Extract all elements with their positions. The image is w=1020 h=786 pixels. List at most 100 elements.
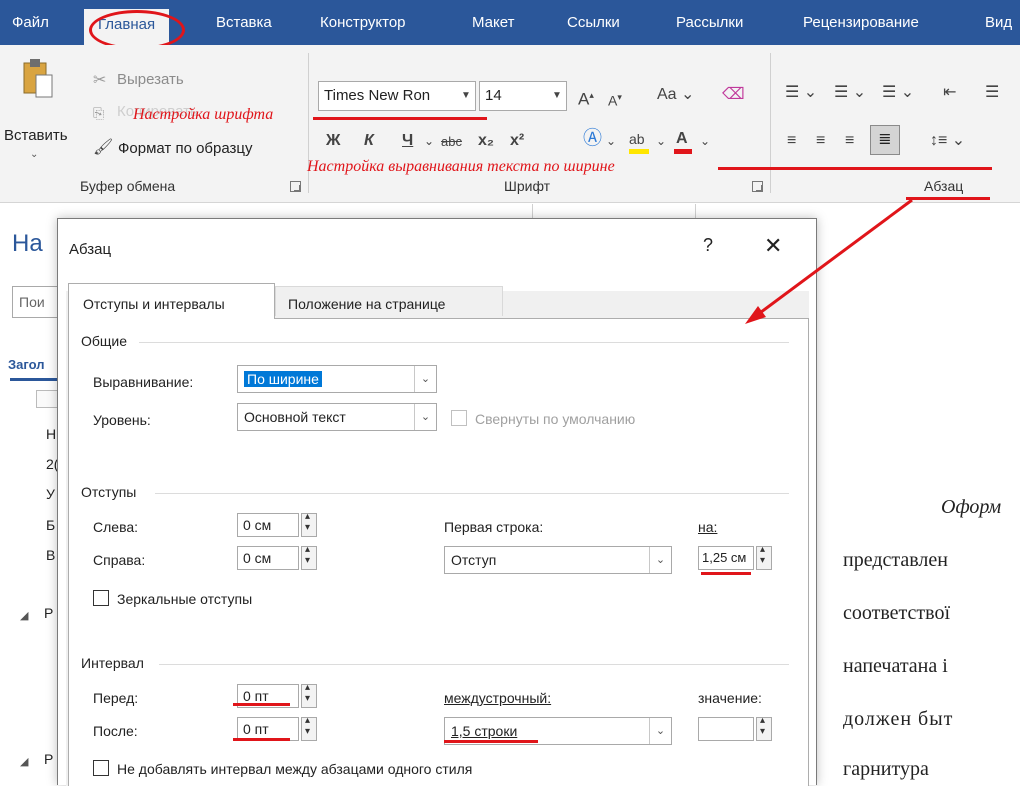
tab-design[interactable]: Конструктор: [320, 0, 406, 45]
strikethrough-button[interactable]: abc: [441, 132, 462, 152]
superscript-button[interactable]: x²: [510, 131, 524, 151]
numbering-icon[interactable]: ☰ ⌄: [834, 83, 866, 103]
highlight-color-icon[interactable]: ab: [629, 129, 649, 154]
paste-dropdown-icon[interactable]: ⌄: [30, 149, 38, 160]
clear-formatting-icon[interactable]: ⌫: [722, 85, 745, 105]
justify-icon[interactable]: ≣: [870, 125, 900, 155]
chevron-down-icon[interactable]: ⌄: [414, 366, 436, 392]
change-case-button[interactable]: Aa ⌄: [657, 85, 694, 105]
chevron-down-icon[interactable]: ⌄: [424, 131, 434, 151]
chevron-down-icon[interactable]: ⌄: [414, 404, 436, 430]
nav-heading-item[interactable]: [36, 390, 58, 408]
grow-font-icon[interactable]: A▴: [578, 85, 594, 110]
chevron-down-icon[interactable]: ⌄: [649, 547, 671, 573]
tab-references[interactable]: Ссылки: [567, 0, 620, 45]
nav-heading-item[interactable]: Р: [44, 605, 53, 621]
line-spacing-icon[interactable]: ↕≡ ⌄: [930, 131, 965, 151]
alignment-select[interactable]: По ширине ⌄: [237, 365, 437, 393]
home-tab-highlight-ellipse: [89, 10, 185, 50]
help-button[interactable]: ?: [703, 235, 713, 256]
chevron-down-icon[interactable]: ⌄: [606, 131, 616, 151]
format-painter-button[interactable]: Формат по образцу: [118, 140, 253, 157]
tab-mailings[interactable]: Рассылки: [676, 0, 743, 45]
first-line-by-input[interactable]: 1,25 см: [698, 546, 754, 570]
align-left-icon[interactable]: ≡: [787, 131, 796, 151]
spin-buttons-icon[interactable]: [301, 715, 317, 741]
align-center-icon[interactable]: ≡: [816, 131, 825, 151]
alignment-label: Выравнивание:: [93, 374, 194, 390]
nav-heading-item[interactable]: У: [46, 486, 55, 502]
tab-layout[interactable]: Макет: [472, 0, 514, 45]
format-painter-icon[interactable]: 🖌: [93, 138, 113, 158]
align-right-icon[interactable]: ≡: [845, 131, 854, 151]
cut-icon[interactable]: ✂: [93, 71, 106, 91]
nav-tab-headings[interactable]: Загол: [8, 357, 45, 372]
font-color-icon[interactable]: A: [674, 129, 692, 154]
spacing-at-label: значение:: [698, 690, 762, 706]
indent-right-input[interactable]: 0 см: [237, 546, 299, 570]
font-dialog-launcher-icon[interactable]: [752, 181, 763, 192]
clipboard-dialog-launcher-icon[interactable]: [290, 181, 301, 192]
chevron-down-icon[interactable]: ▼: [548, 82, 566, 110]
chevron-down-icon[interactable]: ⌄: [656, 131, 666, 151]
close-icon[interactable]: ✕: [764, 233, 782, 259]
decrease-indent-icon[interactable]: ⇤: [943, 83, 956, 103]
nav-heading-item[interactable]: В: [46, 547, 55, 563]
copy-icon[interactable]: ⎘: [93, 103, 104, 123]
tab-insert[interactable]: Вставка: [216, 0, 272, 45]
group-separator: [770, 53, 771, 193]
mirror-indents-checkbox[interactable]: [93, 590, 109, 606]
multilevel-list-icon[interactable]: ☰ ⌄: [882, 83, 914, 103]
collapse-triangle-icon[interactable]: ◢: [20, 755, 28, 768]
bullets-icon[interactable]: ☰ ⌄: [785, 83, 817, 103]
nav-heading-item[interactable]: Б: [46, 517, 55, 533]
indent-left-input[interactable]: 0 см: [237, 513, 299, 537]
level-select[interactable]: Основной текст ⌄: [237, 403, 437, 431]
italic-button[interactable]: К: [364, 131, 374, 151]
spin-buttons-icon[interactable]: [301, 511, 317, 537]
spin-buttons-icon[interactable]: [301, 544, 317, 570]
spin-buttons-icon[interactable]: [756, 715, 772, 741]
annotation-font-note: Настройка шрифта: [133, 106, 274, 123]
font-size-combo[interactable]: 14 ▼: [479, 81, 567, 111]
dont-add-space-checkbox[interactable]: [93, 760, 109, 776]
spacing-before-label: Перед:: [93, 690, 139, 706]
collapsed-checkbox[interactable]: [451, 410, 467, 426]
tab-indents-spacing[interactable]: Отступы и интервалы: [68, 283, 275, 319]
line-spacing-value: 1,5 строки: [451, 723, 518, 739]
paste-button[interactable]: Вставить: [4, 127, 68, 144]
first-line-value: Отступ: [451, 552, 497, 568]
section-heading-indents: Отступы: [81, 484, 137, 500]
spin-buttons-icon[interactable]: [301, 682, 317, 708]
document-text-line: представлен: [843, 549, 948, 571]
paste-icon[interactable]: [22, 57, 54, 99]
chevron-down-icon[interactable]: ⌄: [700, 131, 710, 151]
nav-heading-item[interactable]: Р: [44, 751, 53, 767]
underline-button[interactable]: Ч: [402, 131, 413, 151]
cut-button[interactable]: Вырезать: [117, 71, 184, 88]
chevron-down-icon[interactable]: ⌄: [649, 718, 671, 744]
dont-add-space-label: Не добавлять интервал между абзацами одн…: [117, 761, 473, 777]
collapsed-label: Свернуты по умолчанию: [475, 411, 636, 427]
tab-line-page-breaks[interactable]: Положение на странице: [275, 286, 503, 316]
paragraph-dialog: Абзац ? ✕ Положение на странице Отступы …: [57, 218, 817, 786]
tab-view[interactable]: Вид: [985, 0, 1012, 45]
shrink-font-icon[interactable]: A▾: [608, 87, 622, 111]
chevron-down-icon[interactable]: ▼: [457, 82, 475, 110]
nav-heading-item[interactable]: Н: [46, 426, 56, 442]
font-name-combo[interactable]: Times New Ron ▼: [318, 81, 476, 111]
tab-file[interactable]: Файл: [12, 0, 49, 45]
bold-button[interactable]: Ж: [326, 131, 340, 151]
spin-buttons-icon[interactable]: [756, 544, 772, 570]
font-group-label: Шрифт: [504, 178, 551, 194]
nav-search-input[interactable]: Пои: [12, 286, 62, 318]
document-text-line: соответствої: [843, 602, 951, 624]
spacing-at-input[interactable]: [698, 717, 754, 741]
first-line-select[interactable]: Отступ ⌄: [444, 546, 672, 574]
increase-indent-icon[interactable]: ☰: [985, 83, 999, 103]
section-divider: [159, 664, 789, 665]
tab-review[interactable]: Рецензирование: [803, 0, 919, 45]
subscript-button[interactable]: x₂: [478, 131, 494, 151]
text-effects-icon[interactable]: Ⓐ: [583, 129, 602, 149]
collapse-triangle-icon[interactable]: ◢: [20, 609, 28, 622]
